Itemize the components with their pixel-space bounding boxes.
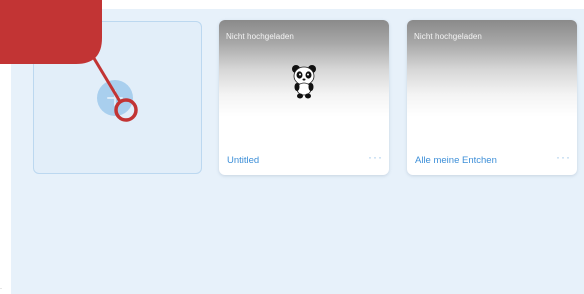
project-title[interactable]: Alle meine Entchen [415, 155, 497, 166]
project-card[interactable]: Nicht hochgeladen Untitled ··· [219, 20, 389, 175]
more-dots-icon[interactable]: ··· [556, 150, 571, 164]
page: Nicht hochgeladen Untitled ··· Nicht hoc… [0, 0, 584, 294]
project-card[interactable]: Nicht hochgeladen Alle meine Entchen ··· [407, 20, 577, 175]
more-dots-icon[interactable]: ··· [368, 150, 383, 164]
project-title[interactable]: Untitled [227, 155, 259, 166]
project-card-footer: Alle meine Entchen ··· [407, 149, 577, 175]
project-card-footer: Untitled ··· [219, 149, 389, 175]
project-thumbnail: Nicht hochgeladen [407, 20, 577, 149]
corner-mark: · [0, 286, 2, 292]
panda-sprite [292, 65, 316, 99]
project-thumbnail: Nicht hochgeladen [219, 20, 389, 149]
plus-icon[interactable] [97, 80, 133, 116]
upload-status: Nicht hochgeladen [226, 32, 294, 41]
upload-status: Nicht hochgeladen [414, 32, 482, 41]
new-project-card[interactable] [33, 21, 202, 174]
